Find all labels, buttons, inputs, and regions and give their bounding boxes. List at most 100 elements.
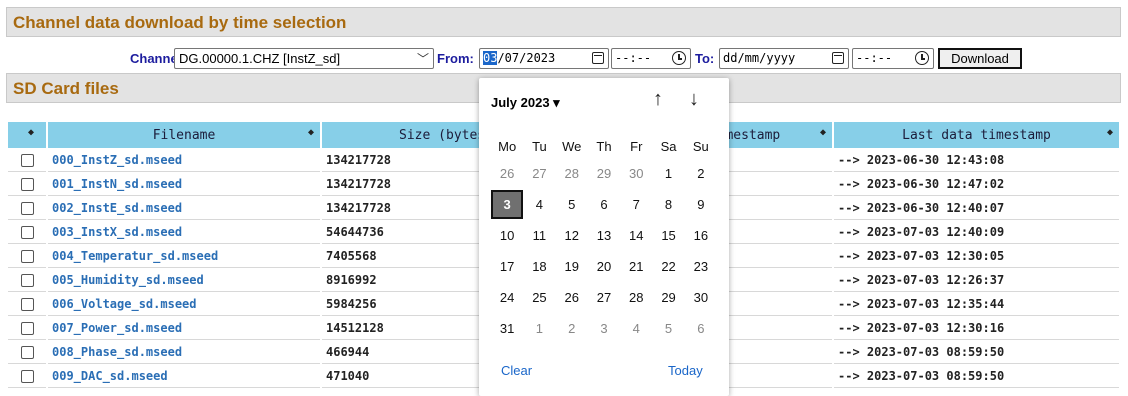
from-date-input[interactable]: 03/07/2023 (479, 48, 609, 69)
row-checkbox[interactable] (20, 153, 34, 167)
filename-link[interactable]: 005_Humidity_sd.mseed (48, 268, 320, 292)
calendar-day[interactable]: 27 (588, 290, 620, 305)
clear-button[interactable]: Clear (501, 363, 532, 378)
calendar-day[interactable]: 4 (620, 321, 652, 336)
calendar-day[interactable]: 1 (523, 321, 555, 336)
calendar-day[interactable]: 10 (491, 228, 523, 243)
last-timestamp: --> 2023-07-03 12:40:09 (834, 220, 1119, 244)
sort-icon[interactable]: ◆ (28, 127, 34, 138)
clock-icon[interactable] (915, 51, 929, 65)
row-select-cell (8, 268, 46, 292)
last-timestamp: --> 2023-07-03 12:35:44 (834, 292, 1119, 316)
calendar-day[interactable]: 30 (620, 166, 652, 181)
to-label: To: (695, 51, 715, 66)
row-checkbox[interactable] (20, 297, 34, 311)
calendar-day[interactable]: 24 (491, 290, 523, 305)
row-checkbox[interactable] (20, 225, 34, 239)
calendar-day[interactable]: 29 (652, 290, 684, 305)
calendar-day[interactable]: 19 (556, 259, 588, 274)
next-month-arrow-icon[interactable]: ↓ (689, 88, 699, 111)
clock-icon[interactable] (672, 51, 686, 65)
today-button[interactable]: Today (668, 363, 703, 378)
calendar-day[interactable]: 5 (556, 197, 588, 212)
filename-link[interactable]: 004_Temperatur_sd.mseed (48, 244, 320, 268)
weekday-label: Th (596, 138, 612, 154)
filename-link[interactable]: 003_InstX_sd.mseed (48, 220, 320, 244)
last-timestamp: --> 2023-07-03 08:59:50 (834, 364, 1119, 388)
filename-link[interactable]: 008_Phase_sd.mseed (48, 340, 320, 364)
filename-link[interactable]: 000_InstZ_sd.mseed (48, 148, 320, 172)
calendar-day[interactable]: 28 (620, 290, 652, 305)
to-time-value: --:-- (856, 51, 893, 65)
calendar-day[interactable]: 15 (652, 228, 684, 243)
sort-icon[interactable]: ◆ (308, 127, 314, 138)
calendar-day[interactable]: 31 (491, 321, 523, 336)
filename-column-header[interactable]: Filename ◆ (48, 122, 320, 148)
calendar-icon[interactable] (592, 52, 604, 64)
row-checkbox[interactable] (20, 345, 34, 359)
calendar-day[interactable]: 13 (588, 228, 620, 243)
calendar-icon[interactable] (832, 52, 844, 64)
row-select-cell (8, 220, 46, 244)
calendar-day[interactable]: 9 (685, 197, 717, 212)
calendar-day[interactable]: 22 (652, 259, 684, 274)
month-year-selector[interactable]: July 2023 ▾ (491, 95, 560, 111)
download-button[interactable]: Download (938, 48, 1022, 69)
last-timestamp-column-header[interactable]: Last data timestamp ◆ (834, 122, 1119, 148)
to-date-input[interactable]: dd/mm/yyyy (719, 48, 849, 69)
calendar-day[interactable]: 11 (523, 228, 555, 243)
row-checkbox[interactable] (20, 321, 34, 335)
calendar-day[interactable]: 30 (685, 290, 717, 305)
filename-link[interactable]: 009_DAC_sd.mseed (48, 364, 320, 388)
calendar-day[interactable]: 27 (523, 166, 555, 181)
calendar-day[interactable]: 6 (685, 321, 717, 336)
previous-month-arrow-icon[interactable]: ↑ (653, 88, 663, 111)
select-column-header[interactable]: ◆ (8, 122, 46, 148)
filename-link[interactable]: 006_Voltage_sd.mseed (48, 292, 320, 316)
calendar-day[interactable]: 16 (685, 228, 717, 243)
filename-link[interactable]: 002_InstE_sd.mseed (48, 196, 320, 220)
calendar-day[interactable]: 8 (652, 197, 684, 212)
calendar-day[interactable]: 1 (652, 166, 684, 181)
calendar-day[interactable]: 29 (588, 166, 620, 181)
calendar-day[interactable]: 17 (491, 259, 523, 274)
calendar-day[interactable]: 26 (491, 166, 523, 181)
from-time-input[interactable]: --:-- (611, 48, 691, 69)
filename-link[interactable]: 001_InstN_sd.mseed (48, 172, 320, 196)
calendar-day[interactable]: 7 (620, 197, 652, 212)
last-timestamp: --> 2023-06-30 12:40:07 (834, 196, 1119, 220)
calendar-day[interactable]: 12 (556, 228, 588, 243)
to-time-input[interactable]: --:-- (852, 48, 934, 69)
calendar-day[interactable]: 18 (523, 259, 555, 274)
calendar-day[interactable]: 14 (620, 228, 652, 243)
row-checkbox[interactable] (20, 201, 34, 215)
calendar-day[interactable]: 23 (685, 259, 717, 274)
calendar-day[interactable]: 21 (620, 259, 652, 274)
filename-link[interactable]: 007_Power_sd.mseed (48, 316, 320, 340)
calendar-day[interactable]: 6 (588, 197, 620, 212)
row-select-cell (8, 172, 46, 196)
calendar-day[interactable]: 28 (556, 166, 588, 181)
calendar-day[interactable]: 4 (523, 197, 555, 212)
row-checkbox[interactable] (20, 369, 34, 383)
calendar-day[interactable]: 3 (588, 321, 620, 336)
row-checkbox[interactable] (20, 177, 34, 191)
selected-day-cell[interactable]: 3 (491, 190, 524, 219)
last-timestamp-header-label: Last data timestamp (902, 127, 1051, 143)
calendar-day[interactable]: 25 (523, 290, 555, 305)
channel-select[interactable]: DG.00000.1.CHZ [InstZ_sd] ﹀ (174, 48, 434, 69)
sort-icon[interactable]: ◆ (1107, 127, 1113, 138)
row-checkbox[interactable] (20, 273, 34, 287)
calendar-day[interactable]: 5 (652, 321, 684, 336)
row-select-cell (8, 340, 46, 364)
calendar-day[interactable]: 2 (556, 321, 588, 336)
calendar-week-row: 17 18 19 20 21 22 23 (491, 251, 717, 282)
from-date-day-segment[interactable]: 03 (483, 51, 498, 65)
calendar-day[interactable]: 20 (588, 259, 620, 274)
weekday-label: Sa (660, 138, 677, 154)
calendar-day[interactable]: 26 (556, 290, 588, 305)
calendar-day[interactable]: 2 (685, 166, 717, 181)
row-checkbox[interactable] (20, 249, 34, 263)
weekday-label: Fr (630, 138, 643, 154)
sort-icon[interactable]: ◆ (820, 127, 826, 138)
